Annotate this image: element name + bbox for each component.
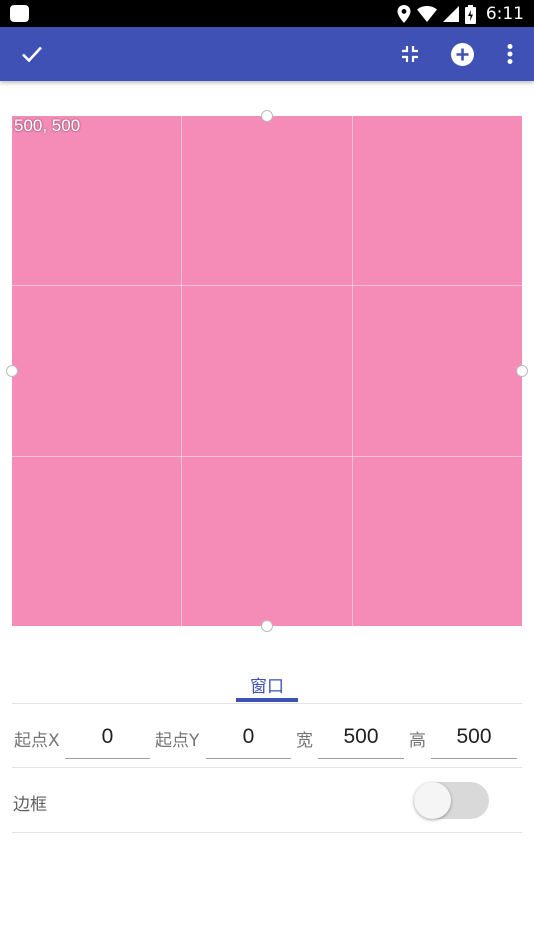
window-preview[interactable]: 500, 500 xyxy=(12,116,522,626)
add-circle-icon xyxy=(450,42,474,66)
size-readout: 500, 500 xyxy=(14,116,81,135)
status-time: 6:11 xyxy=(485,4,524,24)
battery-icon xyxy=(464,4,476,24)
width-label: 宽 xyxy=(296,731,313,751)
divider xyxy=(12,767,522,768)
add-button[interactable] xyxy=(440,27,484,81)
wifi-icon xyxy=(416,6,437,22)
status-icons: 6:11 xyxy=(397,3,524,25)
more-vert-icon xyxy=(507,44,513,64)
status-bar: 6:11 xyxy=(0,0,534,27)
more-options-button[interactable] xyxy=(488,27,532,81)
width-input[interactable]: 500 xyxy=(318,718,404,759)
collapse-button[interactable] xyxy=(388,27,432,81)
grid-line xyxy=(181,116,182,626)
signal-icon xyxy=(442,6,459,22)
height-label: 高 xyxy=(409,731,426,751)
resize-handle-left[interactable] xyxy=(6,365,18,377)
check-icon xyxy=(22,46,42,63)
resize-handle-top[interactable] xyxy=(261,110,273,122)
height-input[interactable]: 500 xyxy=(431,718,517,759)
x-label: 起点X xyxy=(14,731,60,751)
app-bar xyxy=(0,27,534,81)
resize-handle-bottom[interactable] xyxy=(261,620,273,632)
y-label: 起点Y xyxy=(155,731,200,751)
location-icon xyxy=(397,5,411,23)
resize-handle-right[interactable] xyxy=(516,365,528,377)
border-switch-thumb[interactable] xyxy=(414,782,451,819)
collapse-icon xyxy=(402,46,418,62)
x-input[interactable]: 0 xyxy=(65,718,150,759)
grid-line xyxy=(352,116,353,626)
confirm-button[interactable] xyxy=(10,27,54,81)
tab-indicator xyxy=(236,698,298,702)
divider xyxy=(12,703,522,704)
notification-icon xyxy=(10,5,29,22)
grid-line xyxy=(12,285,522,286)
y-input[interactable]: 0 xyxy=(206,718,291,759)
grid-line xyxy=(12,456,522,457)
border-label: 边框 xyxy=(13,795,47,815)
divider xyxy=(12,832,522,833)
